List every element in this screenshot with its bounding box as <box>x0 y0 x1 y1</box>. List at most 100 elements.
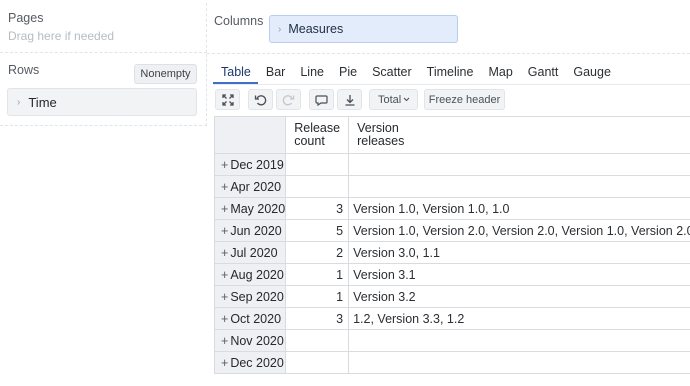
expand-plus-icon[interactable]: + <box>221 246 228 260</box>
release-count-cell: 3 <box>285 197 350 220</box>
table-header-row: Release count Version releases <box>213 116 690 154</box>
tab-bar[interactable]: Bar <box>258 62 292 84</box>
row-header-label: Dec 2019 <box>230 157 284 172</box>
chevron-right-icon[interactable]: › <box>17 97 20 108</box>
tab-gauge[interactable]: Gauge <box>565 62 618 84</box>
row-header-cell[interactable]: + Dec 2019 <box>213 153 287 176</box>
table-corner-cell <box>213 116 287 154</box>
release-count-cell: 1 <box>285 285 350 308</box>
nonempty-button[interactable]: Nonempty <box>134 64 197 84</box>
table-row: + Dec 2019 <box>213 153 690 176</box>
row-header-label: Jun 2020 <box>230 223 282 238</box>
time-dimension-chip[interactable]: › Time <box>7 88 197 116</box>
results-table: Release count Version releases + Dec 2019 + A… <box>213 116 690 374</box>
measures-label: Measures <box>288 22 344 36</box>
table-row: + Jun 2020 5 Version 1.0, Version 2.0, Vers… <box>213 219 690 242</box>
total-label: Total <box>378 93 402 106</box>
row-header-cell[interactable]: + Sep 2020 <box>213 285 287 308</box>
comment-icon <box>315 94 328 106</box>
row-header-cell[interactable]: + Jun 2020 <box>213 219 287 242</box>
columns-drop-zone[interactable]: Columns › Measures <box>207 0 690 54</box>
table-row: + Oct 2020 3 1.2, Version 3.3, 1.2 <box>213 307 690 330</box>
expand-plus-icon[interactable]: + <box>221 224 228 238</box>
pages-title: Pages <box>8 11 44 25</box>
version-releases-cell <box>348 153 690 176</box>
version-releases-cell: 1.2, Version 3.3, 1.2 <box>348 307 690 330</box>
version-releases-cell: Version 3.0, 1.1 <box>348 241 690 264</box>
expand-plus-icon[interactable]: + <box>221 268 228 282</box>
release-count-cell: 1 <box>285 263 350 286</box>
tab-line[interactable]: Line <box>292 62 331 84</box>
version-releases-cell <box>348 351 690 374</box>
pages-drop-zone[interactable]: Pages Drag here if needed <box>0 3 207 53</box>
rows-drop-zone[interactable]: Rows Nonempty › Time <box>0 54 207 126</box>
row-header-label: Jul 2020 <box>230 245 278 260</box>
row-header-label: Aug 2020 <box>230 267 284 282</box>
measures-chip[interactable]: › Measures <box>269 15 458 43</box>
tab-table[interactable]: Table <box>213 62 258 84</box>
table-body: + Dec 2019 + Apr 2020 + May 2020 3 Version 1.0,… <box>213 153 690 374</box>
version-releases-cell <box>348 329 690 352</box>
total-dropdown[interactable]: Total <box>369 89 418 110</box>
version-releases-cell: Version 1.0, Version 2.0, Version 2.0, V… <box>348 219 690 242</box>
release-count-cell <box>285 351 350 374</box>
release-count-cell: 3 <box>285 307 350 330</box>
expand-plus-icon[interactable]: + <box>221 356 228 370</box>
export-button[interactable] <box>337 89 362 110</box>
row-header-label: May 2020 <box>230 201 286 216</box>
tab-gantt[interactable]: Gantt <box>520 62 566 84</box>
table-row: + Aug 2020 1 Version 3.1 <box>213 263 690 286</box>
tabs-divider <box>213 84 690 85</box>
expand-plus-icon[interactable]: + <box>221 158 228 172</box>
row-header-cell[interactable]: + Apr 2020 <box>213 175 287 198</box>
row-header-label: Dec 2020 <box>230 355 284 370</box>
chevron-down-icon <box>403 97 410 102</box>
freeze-header-button[interactable]: Freeze header <box>424 89 505 110</box>
row-header-cell[interactable]: + Oct 2020 <box>213 307 287 330</box>
column-header-release-count[interactable]: Release count <box>285 116 350 154</box>
release-count-cell: 5 <box>285 219 350 242</box>
row-header-label: Oct 2020 <box>230 311 282 326</box>
row-header-cell[interactable]: + Nov 2020 <box>213 329 287 352</box>
rows-title: Rows <box>8 63 40 77</box>
fullscreen-button[interactable] <box>215 89 240 110</box>
time-dimension-label: Time <box>28 94 57 110</box>
row-header-label: Apr 2020 <box>230 179 282 194</box>
expand-icon <box>221 93 234 106</box>
column-header-version-releases[interactable]: Version releases <box>348 116 690 154</box>
table-row: + Jul 2020 2 Version 3.0, 1.1 <box>213 241 690 264</box>
row-header-cell[interactable]: + May 2020 <box>213 197 287 220</box>
columns-title: Columns <box>214 14 264 28</box>
view-tabs: Table Bar Line Pie Scatter Timeline Map … <box>213 62 618 84</box>
chevron-right-icon[interactable]: › <box>278 24 281 35</box>
release-count-cell <box>285 153 350 176</box>
table-row: + May 2020 3 Version 1.0, Version 1.0, 1.0 <box>213 197 690 220</box>
download-icon <box>345 94 354 106</box>
expand-plus-icon[interactable]: + <box>221 334 228 348</box>
release-count-cell <box>285 175 350 198</box>
toolbar: Total Freeze header <box>215 89 508 110</box>
version-releases-cell: Version 1.0, Version 1.0, 1.0 <box>348 197 690 220</box>
expand-plus-icon[interactable]: + <box>221 180 228 194</box>
tab-map[interactable]: Map <box>480 62 519 84</box>
undo-button[interactable] <box>248 89 273 110</box>
row-header-cell[interactable]: + Aug 2020 <box>213 263 287 286</box>
pages-drop-hint: Drag here if needed <box>8 29 115 43</box>
release-count-cell: 2 <box>285 241 350 264</box>
tab-scatter[interactable]: Scatter <box>364 62 419 84</box>
redo-button[interactable] <box>276 89 301 110</box>
expand-plus-icon[interactable]: + <box>221 290 228 304</box>
expand-plus-icon[interactable]: + <box>221 202 228 216</box>
row-header-label: Sep 2020 <box>230 289 284 304</box>
comment-button[interactable] <box>309 89 334 110</box>
row-header-cell[interactable]: + Dec 2020 <box>213 351 287 374</box>
tab-timeline[interactable]: Timeline <box>419 62 481 84</box>
table-row: + Nov 2020 <box>213 329 690 352</box>
redo-icon <box>282 94 295 105</box>
table-row: + Apr 2020 <box>213 175 690 198</box>
row-header-cell[interactable]: + Jul 2020 <box>213 241 287 264</box>
version-releases-cell <box>348 175 690 198</box>
expand-plus-icon[interactable]: + <box>221 312 228 326</box>
tab-pie[interactable]: Pie <box>331 62 364 84</box>
left-panel: Pages Drag here if needed Rows Nonempty … <box>0 0 207 386</box>
